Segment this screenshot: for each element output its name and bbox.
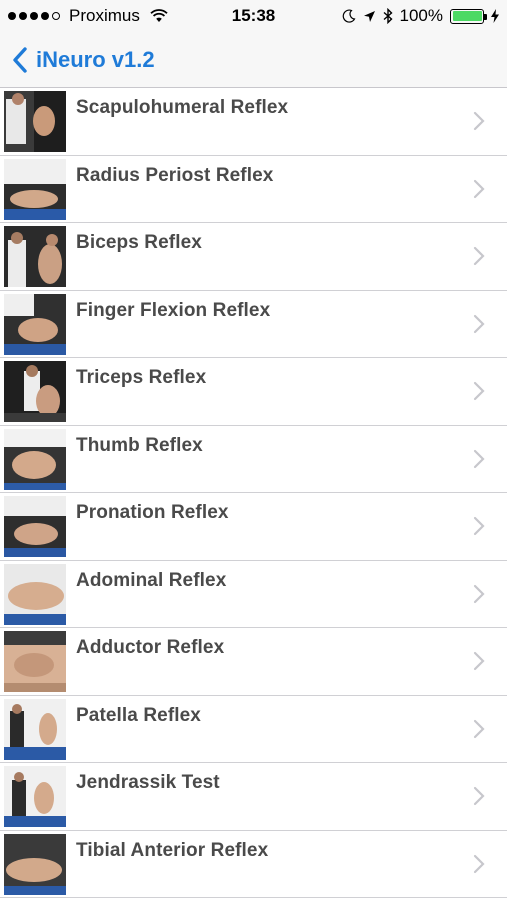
back-button-label: iNeuro v1.2 [36, 46, 155, 72]
list-item[interactable]: Triceps Reflex [0, 358, 507, 426]
list-item-label: Triceps Reflex [76, 367, 207, 388]
chevron-right-icon [473, 246, 485, 266]
list-item-label: Thumb Reflex [76, 434, 203, 456]
charging-bolt-icon [491, 9, 499, 23]
list-item-label: Finger Flexion Reflex [76, 299, 271, 321]
back-button[interactable]: iNeuro v1.2 [12, 46, 155, 74]
list-item-label: Radius Periost Reflex [76, 164, 274, 186]
list-item[interactable]: Adductor Reflex [0, 628, 507, 696]
chevron-right-icon [473, 854, 485, 873]
list-item[interactable]: Scapulohumeral Reflex [0, 88, 507, 156]
battery-percent: 100% [399, 6, 443, 25]
reflex-thumbnail [4, 833, 66, 895]
list-item[interactable]: Adominal Reflex [0, 560, 507, 628]
reflex-thumbnail [4, 293, 66, 355]
list-item[interactable]: Tibial Anterior Reflex [0, 830, 507, 898]
list-item[interactable]: Finger Flexion Reflex [0, 290, 507, 358]
reflex-thumbnail [4, 496, 66, 557]
list-item[interactable]: Jendrassik Test [0, 763, 507, 831]
reflex-thumbnail [4, 563, 66, 625]
chevron-right-icon [473, 449, 485, 468]
list-item[interactable]: Patella Reflex [0, 695, 507, 763]
reflex-thumbnail [4, 631, 66, 692]
chevron-right-icon [473, 516, 485, 536]
reflex-thumbnail [4, 766, 66, 827]
chevron-right-icon [473, 314, 485, 333]
navigation-bar: iNeuro v1.2 [0, 32, 507, 88]
list-item-label: Biceps Reflex [76, 232, 202, 253]
chevron-right-icon [473, 651, 485, 671]
location-arrow-icon [363, 10, 375, 22]
reflex-thumbnail [4, 158, 66, 220]
status-right: 100% [342, 0, 499, 32]
list-item-label: Adominal Reflex [76, 569, 227, 591]
chevron-right-icon [473, 786, 485, 806]
reflex-thumbnail [4, 226, 66, 287]
list-item-label: Scapulohumeral Reflex [76, 97, 289, 118]
status-bar: Proximus 15:38 100% [0, 0, 507, 32]
chevron-right-icon [473, 179, 485, 198]
battery-icon [450, 8, 487, 24]
reflex-thumbnail [4, 91, 66, 152]
list-item-label: Tibial Anterior Reflex [76, 839, 269, 861]
chevron-right-icon [473, 719, 485, 738]
chevron-right-icon [473, 111, 485, 131]
list-item-label: Pronation Reflex [76, 502, 229, 523]
list-item-label: Adductor Reflex [76, 637, 225, 658]
moon-icon [342, 9, 355, 23]
list-item[interactable]: Biceps Reflex [0, 223, 507, 291]
reflex-list: Scapulohumeral Reflex Radius Periost Ref… [0, 88, 507, 898]
list-item[interactable]: Pronation Reflex [0, 493, 507, 561]
list-item[interactable]: Thumb Reflex [0, 425, 507, 493]
chevron-left-icon [13, 46, 27, 73]
list-item-label: Jendrassik Test [76, 772, 220, 793]
list-item[interactable]: Radius Periost Reflex [0, 155, 507, 223]
reflex-thumbnail [4, 361, 66, 422]
chevron-right-icon [473, 381, 485, 401]
chevron-right-icon [473, 584, 485, 603]
reflex-thumbnail [4, 428, 66, 490]
list-item-label: Patella Reflex [76, 704, 201, 726]
bluetooth-icon [383, 8, 393, 24]
reflex-thumbnail [4, 698, 66, 760]
